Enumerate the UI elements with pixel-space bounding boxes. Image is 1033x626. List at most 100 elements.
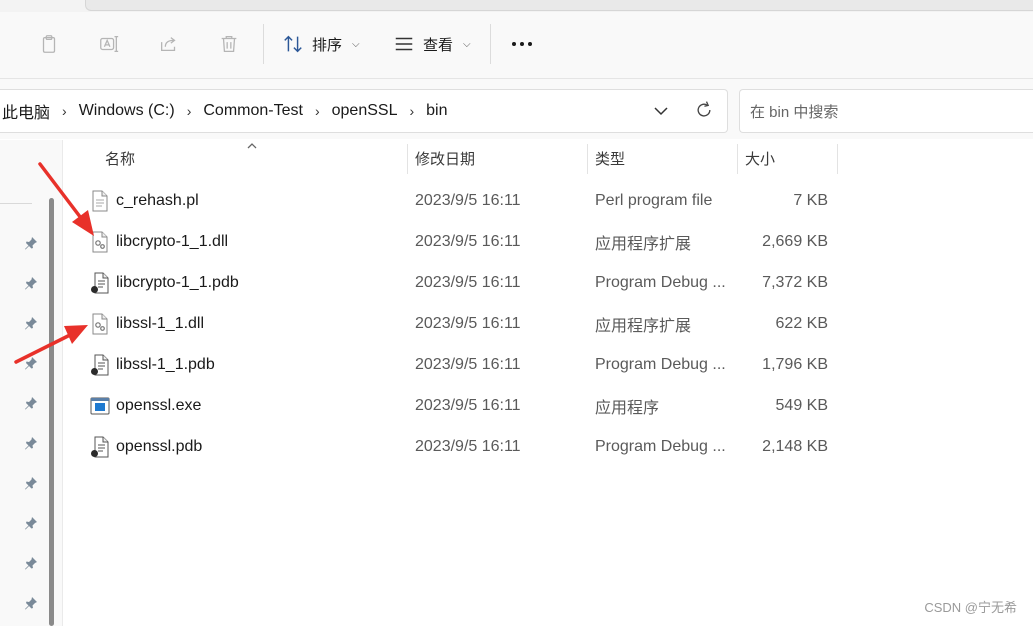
share-icon[interactable]	[157, 32, 181, 56]
file-date: 2023/9/5 16:11	[415, 396, 521, 414]
column-header-size[interactable]: 大小	[745, 140, 835, 176]
dll-file-icon	[90, 231, 110, 253]
rename-icon[interactable]	[97, 32, 121, 56]
column-type-label: 类型	[595, 150, 626, 168]
breadcrumb: 此电脑 › Windows (C:) › Common-Test › openS…	[0, 90, 450, 132]
pin-icon[interactable]	[24, 236, 38, 250]
address-bar[interactable]: 此电脑 › Windows (C:) › Common-Test › openS…	[0, 89, 728, 133]
pin-icon[interactable]	[24, 556, 38, 570]
more-options-button[interactable]	[509, 32, 535, 56]
file-type: Perl program file	[595, 191, 713, 209]
column-divider[interactable]	[737, 144, 738, 174]
file-row[interactable]: openssl.exe 2023/9/5 16:11 应用程序 549 KB	[85, 385, 845, 426]
breadcrumb-this-pc[interactable]: 此电脑	[0, 99, 52, 123]
file-name: openssl.pdb	[116, 437, 203, 455]
column-divider[interactable]	[837, 144, 838, 174]
file-row[interactable]: libssl-1_1.dll 2023/9/5 16:11 应用程序扩展 622 KB	[85, 303, 845, 344]
pin-icon[interactable]	[24, 516, 38, 530]
toolbar-separator	[263, 24, 264, 64]
file-size: 1,796 KB	[762, 355, 828, 373]
toolbar-separator	[490, 24, 491, 64]
search-box[interactable]	[739, 89, 1033, 134]
breadcrumb-common-test[interactable]: Common-Test	[201, 102, 305, 120]
file-row[interactable]: libcrypto-1_1.dll 2023/9/5 16:11 应用程序扩展 2,6…	[85, 221, 845, 262]
exe-file-icon	[90, 395, 110, 417]
file-size: 549 KB	[775, 396, 828, 414]
address-history-dropdown-icon[interactable]	[650, 101, 672, 121]
file-date: 2023/9/5 16:11	[415, 437, 521, 455]
delete-icon[interactable]	[217, 32, 241, 56]
file-date: 2023/9/5 16:11	[415, 191, 521, 209]
breadcrumb-bin[interactable]: bin	[424, 102, 449, 120]
sort-label: 排序	[312, 36, 343, 54]
file-date: 2023/9/5 16:11	[415, 355, 521, 373]
file-type: 应用程序扩展	[595, 235, 692, 253]
dot-icon	[528, 42, 532, 46]
view-icon	[395, 37, 413, 51]
nav-scrollbar[interactable]	[49, 198, 54, 626]
window-top-strip	[0, 0, 1033, 12]
column-date-label: 修改日期	[415, 150, 476, 168]
file-row[interactable]: libcrypto-1_1.pdb 2023/9/5 16:11 Program D…	[85, 262, 845, 303]
breadcrumb-drive-c[interactable]: Windows (C:)	[77, 102, 177, 120]
file-row[interactable]: c_rehash.pl 2023/9/5 16:11 Perl program fi…	[85, 180, 845, 221]
file-row[interactable]: libssl-1_1.pdb 2023/9/5 16:11 Program Debu…	[85, 344, 845, 385]
pdb-file-icon	[90, 354, 110, 376]
search-input[interactable]	[748, 90, 1022, 134]
pdb-file-icon	[90, 272, 110, 294]
view-button[interactable]: 查看 ⌵	[393, 30, 471, 58]
pin-icon[interactable]	[24, 596, 38, 610]
file-size: 2,669 KB	[762, 232, 828, 250]
pin-icon[interactable]	[24, 476, 38, 490]
column-header-type[interactable]: 类型	[595, 140, 735, 176]
sort-ascending-icon	[247, 143, 257, 149]
chevron-right-icon[interactable]: ›	[62, 103, 67, 119]
pin-icon[interactable]	[24, 276, 38, 290]
pin-icon[interactable]	[24, 316, 38, 330]
chevron-down-icon: ⌵	[463, 38, 471, 50]
pdb-file-icon	[90, 436, 110, 458]
sort-button[interactable]: 排序 ⌵	[282, 30, 360, 58]
file-date: 2023/9/5 16:11	[415, 232, 521, 250]
file-name: libcrypto-1_1.pdb	[116, 273, 239, 291]
file-size: 7 KB	[793, 191, 828, 209]
column-divider[interactable]	[587, 144, 588, 174]
copy-icon[interactable]	[37, 32, 61, 56]
dot-icon	[520, 42, 524, 46]
file-size: 622 KB	[775, 314, 828, 332]
pin-icon[interactable]	[24, 356, 38, 370]
chevron-right-icon[interactable]: ›	[187, 103, 192, 119]
dll-file-icon	[90, 313, 110, 335]
file-type: 应用程序扩展	[595, 317, 692, 335]
text-file-icon	[90, 190, 110, 212]
file-name: openssl.exe	[116, 396, 202, 414]
file-name: libssl-1_1.dll	[116, 314, 205, 332]
file-size: 2,148 KB	[762, 437, 828, 455]
file-type: 应用程序	[595, 399, 660, 417]
watermark: CSDN @宁无希	[924, 600, 1017, 615]
column-name-label: 名称	[105, 150, 136, 168]
breadcrumb-openssl[interactable]: openSSL	[330, 102, 400, 120]
pin-icon[interactable]	[24, 436, 38, 450]
dot-icon	[512, 42, 516, 46]
file-list: 名称 修改日期 类型 大小 c_rehash.pl 2023/9/5 16:11 P…	[63, 140, 1033, 626]
column-divider[interactable]	[407, 144, 408, 174]
file-row[interactable]: openssl.pdb 2023/9/5 16:11 Program Debug .…	[85, 426, 845, 467]
file-date: 2023/9/5 16:11	[415, 273, 521, 291]
chevron-right-icon[interactable]: ›	[315, 103, 320, 119]
address-row: 此电脑 › Windows (C:) › Common-Test › openS…	[0, 79, 1033, 139]
refresh-icon[interactable]	[692, 98, 716, 122]
command-bar: 排序 ⌵ 查看 ⌵	[0, 12, 1033, 79]
chevron-right-icon[interactable]: ›	[409, 103, 414, 119]
file-date: 2023/9/5 16:11	[415, 314, 521, 332]
file-name: libcrypto-1_1.dll	[116, 232, 229, 250]
nav-divider	[0, 203, 32, 204]
pin-icon[interactable]	[24, 396, 38, 410]
file-type: Program Debug ...	[595, 437, 726, 455]
file-name: c_rehash.pl	[116, 191, 199, 209]
file-type: Program Debug ...	[595, 273, 726, 291]
tab-edge	[85, 0, 1033, 11]
column-size-label: 大小	[745, 150, 776, 168]
column-header-date[interactable]: 修改日期	[415, 140, 585, 176]
view-label: 查看	[423, 36, 454, 54]
